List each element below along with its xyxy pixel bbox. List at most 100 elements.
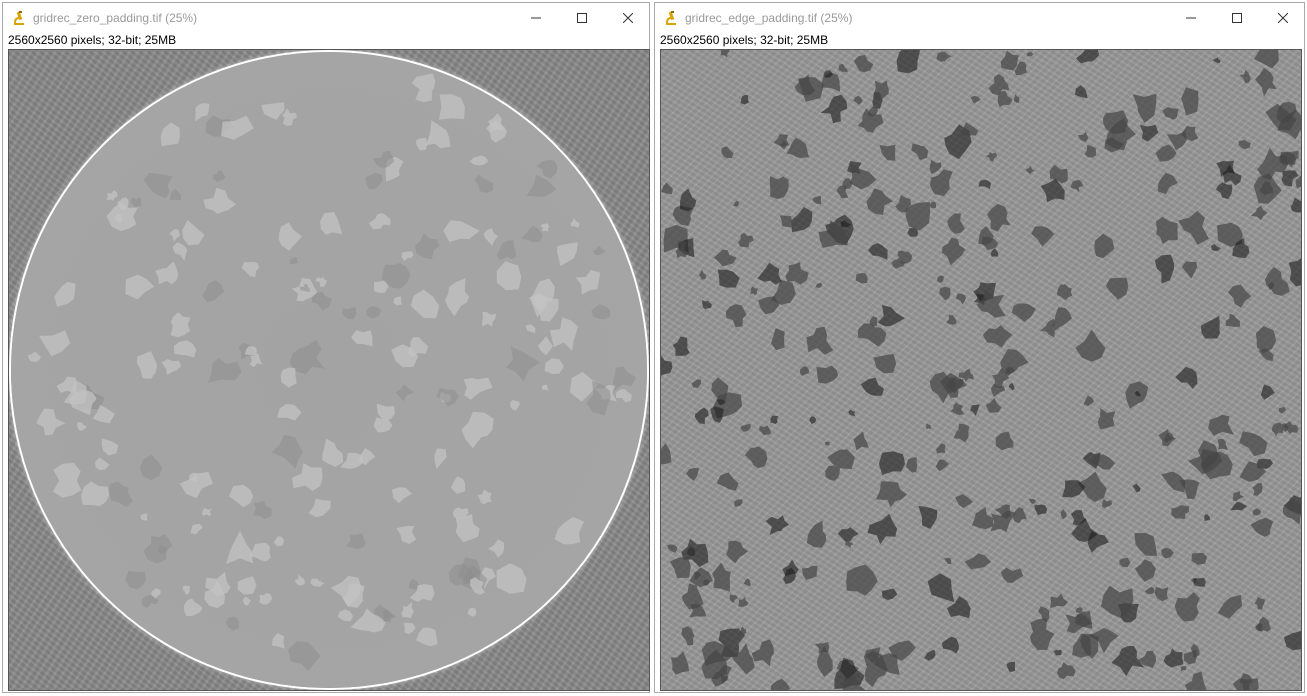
pore-blob xyxy=(416,138,428,151)
pore-blob xyxy=(125,274,155,300)
pore-blob xyxy=(1178,210,1209,245)
pore-blob xyxy=(1094,233,1115,259)
pore-blob xyxy=(877,305,905,327)
pore-blob xyxy=(809,416,817,425)
pore-blob xyxy=(1227,284,1252,308)
pore-blob xyxy=(273,536,285,547)
pore-blob xyxy=(955,494,973,509)
pore-blob xyxy=(1171,505,1190,520)
pore-blob xyxy=(771,328,785,351)
pore-blob xyxy=(544,358,564,374)
image-window-edge-padding[interactable]: gridrec_edge_padding.tif (25%) 2560x2560… xyxy=(654,2,1305,693)
pore-blob xyxy=(995,431,1014,451)
pore-blob xyxy=(1057,662,1076,680)
pore-blob xyxy=(800,366,809,376)
pore-blob xyxy=(169,229,181,242)
pore-blob xyxy=(670,651,690,675)
pore-blob xyxy=(1012,507,1027,524)
pore-blob xyxy=(541,384,549,391)
pore-blob xyxy=(825,465,840,481)
maximize-button[interactable] xyxy=(1214,3,1260,33)
pore-blob xyxy=(985,151,997,162)
pore-blob xyxy=(853,55,874,73)
pore-blob xyxy=(575,269,601,295)
pore-blob xyxy=(155,261,179,285)
maximize-button[interactable] xyxy=(559,3,605,33)
pore-blob xyxy=(1283,631,1301,651)
pore-blob xyxy=(411,73,436,103)
pore-blob xyxy=(1000,567,1024,583)
pore-blob xyxy=(184,598,203,617)
close-button[interactable] xyxy=(605,3,651,33)
pore-blob xyxy=(759,425,771,436)
pore-blob xyxy=(1217,594,1243,619)
pore-blob xyxy=(1254,50,1279,69)
pore-blob xyxy=(717,269,740,288)
close-button[interactable] xyxy=(1260,3,1306,33)
pore-blob xyxy=(970,404,980,416)
pore-blob xyxy=(203,187,236,214)
image-canvas-frame[interactable] xyxy=(8,49,650,691)
pore-blob xyxy=(1075,606,1083,613)
pore-blob xyxy=(712,562,731,592)
image-window-zero-padding[interactable]: gridrec_zero_padding.tif (25%) 2560x2560… xyxy=(2,2,650,693)
title-bar[interactable]: gridrec_zero_padding.tif (25%) xyxy=(3,3,649,33)
pore-blob xyxy=(703,579,710,586)
pore-blob xyxy=(557,242,578,267)
pore-blob xyxy=(950,402,965,415)
pore-blob xyxy=(765,515,790,535)
minimize-button[interactable] xyxy=(513,3,559,33)
pore-blob xyxy=(802,565,818,580)
pore-blob xyxy=(873,353,897,374)
pore-blob xyxy=(849,164,877,190)
pore-blob xyxy=(740,424,751,432)
pore-blob xyxy=(1175,366,1198,389)
pore-blob xyxy=(488,539,505,558)
pore-blob xyxy=(846,564,878,596)
pore-blob xyxy=(711,377,729,402)
pore-blob xyxy=(713,249,737,267)
pore-blob xyxy=(1074,85,1088,99)
pore-blob xyxy=(368,213,391,230)
pore-blob xyxy=(961,122,979,136)
pore-blob xyxy=(416,627,438,647)
pore-blob xyxy=(1180,666,1187,672)
pore-blob xyxy=(689,567,713,588)
pore-blob xyxy=(661,355,673,376)
pore-blob xyxy=(143,172,173,199)
pore-blob xyxy=(591,304,611,320)
pore-blob xyxy=(109,481,133,508)
pore-blob xyxy=(853,95,863,105)
pore-blob xyxy=(346,533,366,549)
pore-blob xyxy=(820,94,848,124)
pore-blob xyxy=(521,225,543,243)
pore-blob xyxy=(474,174,494,193)
image-canvas-frame[interactable] xyxy=(660,49,1302,691)
title-bar[interactable]: gridrec_edge_padding.tif (25%) xyxy=(655,3,1304,33)
pore-blob xyxy=(1278,406,1286,414)
pore-blob xyxy=(1029,618,1055,650)
pore-blob xyxy=(1252,482,1263,496)
pore-blob xyxy=(925,423,931,430)
image-canvas[interactable] xyxy=(9,50,649,690)
pore-blob xyxy=(720,50,730,58)
pore-blob xyxy=(1230,501,1248,511)
pore-blob xyxy=(972,507,994,530)
pore-blob xyxy=(182,220,205,246)
pore-blob xyxy=(570,218,580,228)
pore-blob xyxy=(740,95,749,105)
image-canvas[interactable] xyxy=(661,50,1301,690)
pore-blob xyxy=(54,281,76,307)
pore-blob xyxy=(791,207,813,233)
pore-blob xyxy=(672,336,690,356)
pore-blob xyxy=(694,407,709,425)
pore-blob xyxy=(875,481,907,508)
pore-blob xyxy=(1050,593,1068,609)
pore-blob xyxy=(1026,52,1034,57)
minimize-button[interactable] xyxy=(1168,3,1214,33)
pore-blob xyxy=(463,377,493,400)
pore-blob xyxy=(1251,205,1268,221)
pore-blob xyxy=(848,409,856,417)
pore-blob xyxy=(1000,50,1019,71)
pore-blob xyxy=(1211,243,1221,251)
